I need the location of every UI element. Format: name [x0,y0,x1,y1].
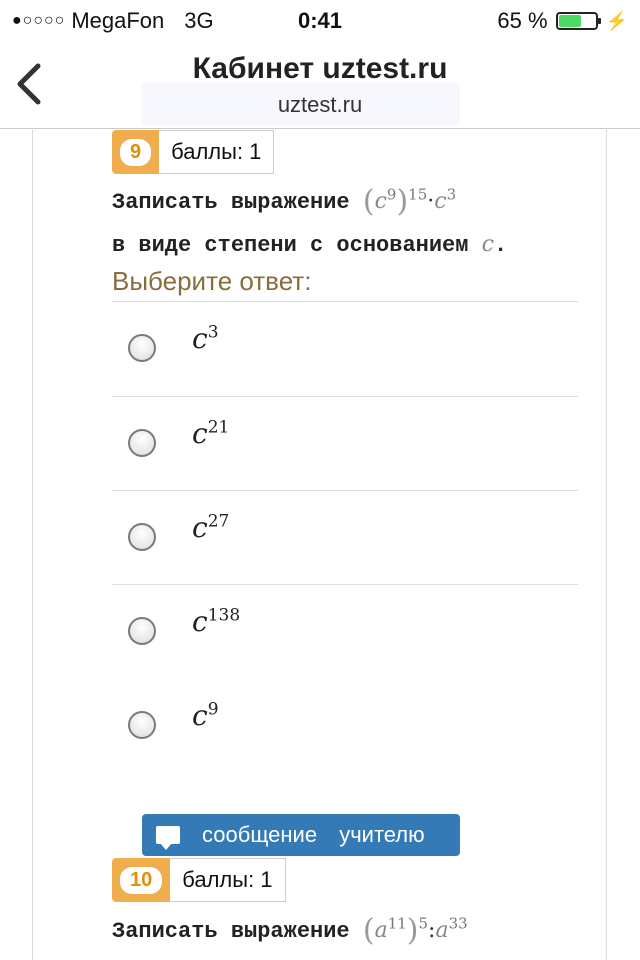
radio-button[interactable] [128,334,156,362]
navigation-bar: Кабинет uztest.ru uztest.ru [0,40,640,129]
question-header: 9 баллы: 1 [112,130,275,174]
answer-label: c138 [192,605,241,638]
page-title: Кабинет uztest.ru [192,52,448,85]
question-text: Записать выражение [112,919,350,944]
question-score: баллы: 1 [159,130,275,174]
answer-option[interactable]: c138 [112,585,578,679]
question-number-badge: 9 [112,130,160,174]
radio-button[interactable] [128,711,156,739]
answer-label: c21 [192,417,230,450]
radio-button[interactable] [128,429,156,457]
question-text-line2: в виде степени с основанием c. [112,232,508,258]
chat-bubble-icon [156,826,180,850]
choose-answer-label: Выберите ответ: [112,266,312,296]
question-text: Записать выражение [112,190,350,215]
battery-percent: 65 % [497,8,548,33]
math-expression: (c9)15·c3 [362,184,457,219]
question-text-line1: Записать выражение (c9)15·c3 [112,184,456,219]
question-number: 9 [120,138,152,166]
bolt-icon: ⚡ [605,10,628,31]
answer-option[interactable]: c3 [112,302,578,396]
question-text-line1: Записать выражение (a11)5:a33 [112,913,468,948]
question-score: баллы: 1 [170,858,286,902]
math-expression: (a11)5:a33 [362,913,468,948]
question-header: 10 баллы: 1 [112,858,286,902]
radio-button[interactable] [128,617,156,645]
question-number-badge: 10 [112,858,171,902]
page-url: uztest.ru [277,92,363,117]
message-teacher-button[interactable]: сообщение учителю [142,814,460,856]
answer-option[interactable]: c27 [112,491,578,585]
answer-label: c9 [192,699,219,732]
battery-fill [558,15,582,27]
question-text: в виде степени с основанием [112,233,469,258]
answer-option[interactable]: c21 [112,397,578,491]
battery-info: 65 % ⚡ [497,8,628,34]
answer-label: c3 [192,322,219,355]
answer-option[interactable]: c9 [112,679,578,773]
answer-label: c27 [192,511,230,544]
battery-icon [555,12,601,30]
math-variable: c [481,232,494,257]
radio-button[interactable] [128,523,156,551]
question-number: 10 [120,866,163,894]
message-teacher-label: сообщение учителю [202,822,425,847]
status-bar: ●○○○○ MegaFon 3G 0:41 65 % ⚡ [0,0,640,40]
